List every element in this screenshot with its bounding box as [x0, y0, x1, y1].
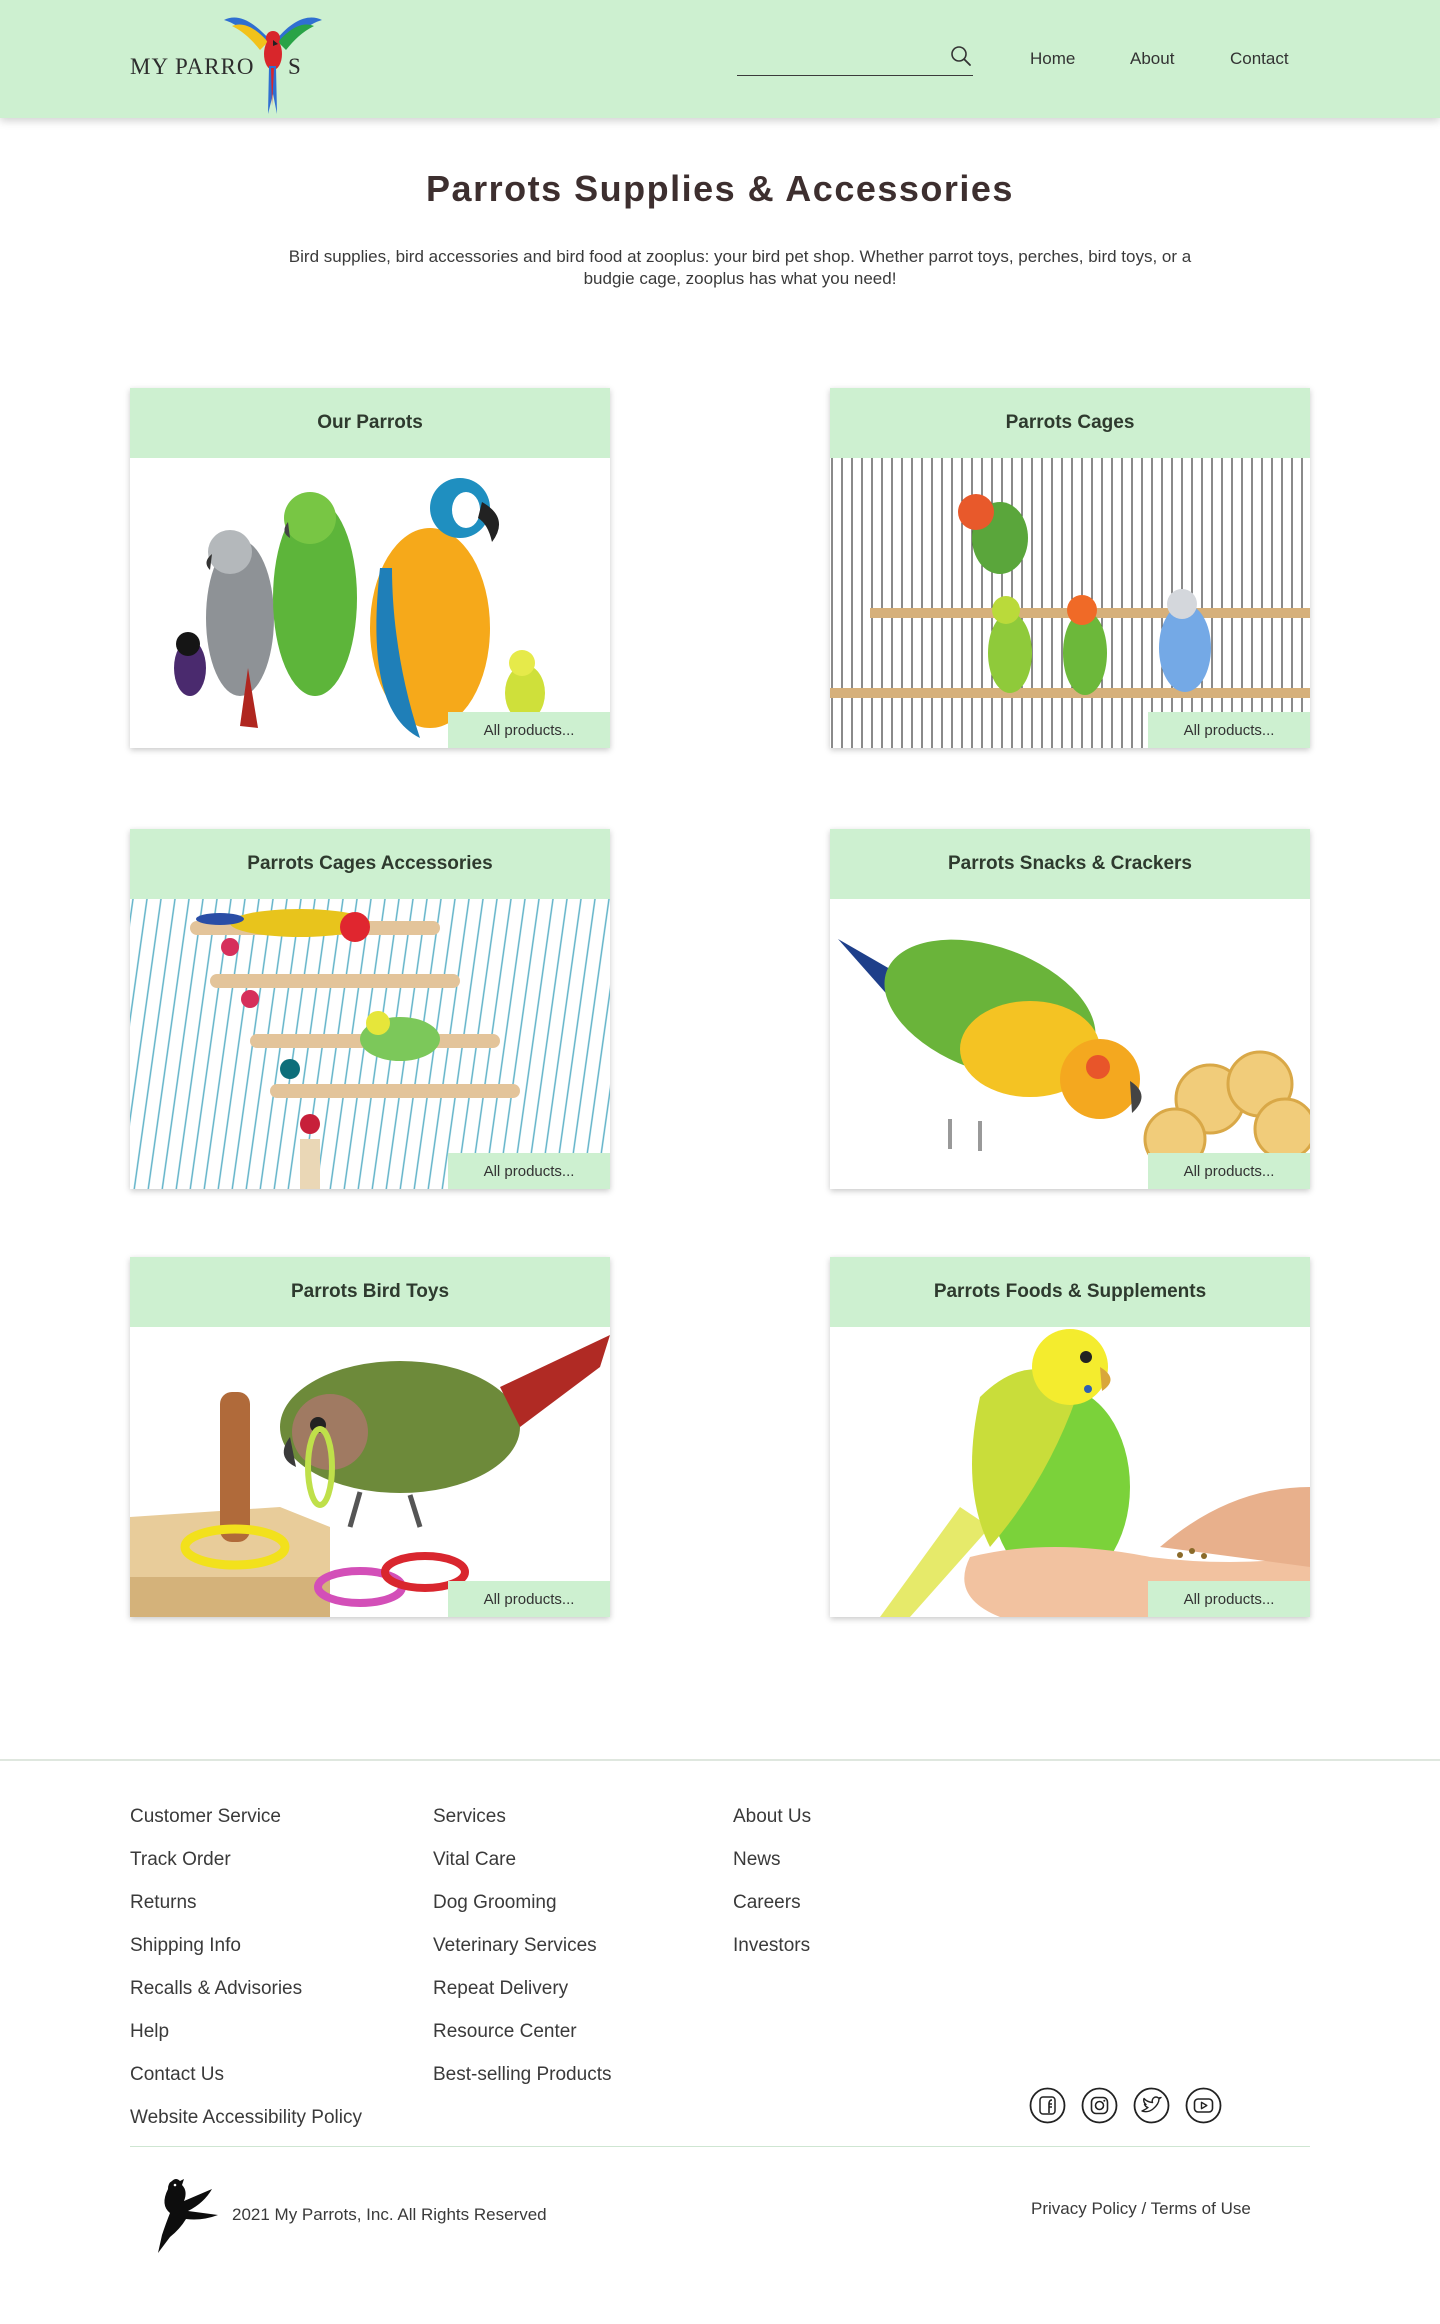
parrot-silhouette-icon: [158, 2179, 218, 2253]
card-title: Parrots Cages Accessories: [130, 829, 610, 899]
macaw-logo-icon: [224, 17, 322, 114]
category-card-parrots-cages[interactable]: Parrots Cages All products...: [830, 388, 1310, 748]
card-title: Parrots Bird Toys: [130, 1257, 610, 1327]
foods-supplements-image: [830, 1327, 1310, 1617]
footer-link[interactable]: News: [733, 1838, 811, 1881]
search-bar: [737, 40, 973, 76]
snacks-crackers-image: [830, 899, 1310, 1189]
facebook-icon[interactable]: [1029, 2087, 1066, 2124]
card-title: Parrots Cages: [830, 388, 1310, 458]
youtube-icon[interactable]: [1185, 2087, 1222, 2124]
category-card-foods-supplements[interactable]: Parrots Foods & Supplements All products…: [830, 1257, 1310, 1617]
card-title: Our Parrots: [130, 388, 610, 458]
footer-link[interactable]: Website Accessibility Policy: [130, 2096, 362, 2139]
bird-toy-illustration: [130, 1327, 610, 1617]
footer-link[interactable]: Customer Service: [130, 1795, 362, 1838]
all-products-link[interactable]: All products...: [448, 1153, 610, 1189]
footer-link[interactable]: Shipping Info: [130, 1924, 362, 1967]
footer-link[interactable]: Veterinary Services: [433, 1924, 611, 1967]
footer-link[interactable]: Track Order: [130, 1838, 362, 1881]
bird-toys-image: [130, 1327, 610, 1617]
footer-column-customer-service: Customer Service Track Order Returns Shi…: [130, 1795, 362, 2139]
category-card-bird-toys[interactable]: Parrots Bird Toys All products...: [130, 1257, 610, 1617]
page-title: Parrots Supplies & Accessories: [426, 168, 1014, 209]
all-products-link[interactable]: All products...: [448, 712, 610, 748]
category-card-cages-accessories[interactable]: Parrots Cages Accessories All products..…: [130, 829, 610, 1189]
all-products-link[interactable]: All products...: [1148, 1581, 1310, 1617]
site-logo[interactable]: MY PARRO S: [130, 10, 330, 120]
parrots-group-image: [130, 458, 610, 748]
footer-divider: [0, 1759, 1440, 1761]
footer-column-services: Services Vital Care Dog Grooming Veterin…: [433, 1795, 611, 2096]
category-card-our-parrots[interactable]: Our Parrots All products...: [130, 388, 610, 748]
twitter-icon[interactable]: [1133, 2087, 1170, 2124]
all-products-link[interactable]: All products...: [1148, 712, 1310, 748]
all-products-link[interactable]: All products...: [1148, 1153, 1310, 1189]
footer-link[interactable]: Returns: [130, 1881, 362, 1924]
nav-about-link[interactable]: About: [1130, 49, 1174, 69]
copyright-text: 2021 My Parrots, Inc. All Rights Reserve…: [232, 2205, 547, 2224]
footer-bottom-divider: [130, 2146, 1310, 2147]
cage-illustration: [830, 458, 1310, 748]
card-title: Parrots Snacks & Crackers: [830, 829, 1310, 899]
footer-link[interactable]: Recalls & Advisories: [130, 1967, 362, 2010]
category-card-snacks-crackers[interactable]: Parrots Snacks & Crackers All products..…: [830, 829, 1310, 1189]
all-products-link[interactable]: All products...: [448, 1581, 610, 1617]
footer-link[interactable]: Help: [130, 2010, 362, 2053]
conure-crackers-illustration: [830, 899, 1310, 1189]
page-description: Bird supplies, bird accessories and bird…: [288, 247, 1192, 288]
site-header: MY PARRO S Home About Contact: [0, 0, 1440, 118]
footer-link[interactable]: Best-selling Products: [433, 2053, 611, 2096]
footer-link[interactable]: Services: [433, 1795, 611, 1838]
parrots-group-illustration: [130, 458, 610, 748]
search-icon[interactable]: [949, 44, 973, 68]
parrots-cage-image: [830, 458, 1310, 748]
footer-link[interactable]: Repeat Delivery: [433, 1967, 611, 2010]
social-links: [1029, 2087, 1222, 2124]
footer-column-about: About Us News Careers Investors: [733, 1795, 811, 1967]
footer-link[interactable]: Contact Us: [130, 2053, 362, 2096]
footer-link[interactable]: Resource Center: [433, 2010, 611, 2053]
footer-link[interactable]: Vital Care: [433, 1838, 611, 1881]
nav-contact-link[interactable]: Contact: [1230, 49, 1289, 69]
cage-accessories-image: [130, 899, 610, 1189]
nav-home-link[interactable]: Home: [1030, 49, 1075, 69]
footer-link[interactable]: Careers: [733, 1881, 811, 1924]
instagram-icon[interactable]: [1081, 2087, 1118, 2124]
footer-link[interactable]: Investors: [733, 1924, 811, 1967]
budgie-hand-illustration: [830, 1327, 1310, 1617]
footer-link[interactable]: About Us: [733, 1795, 811, 1838]
card-title: Parrots Foods & Supplements: [830, 1257, 1310, 1327]
footer-link[interactable]: Dog Grooming: [433, 1881, 611, 1924]
perch-ladder-illustration: [130, 899, 610, 1189]
search-input[interactable]: [737, 44, 937, 72]
privacy-terms-link[interactable]: Privacy Policy / Terms of Use: [1031, 2199, 1251, 2219]
